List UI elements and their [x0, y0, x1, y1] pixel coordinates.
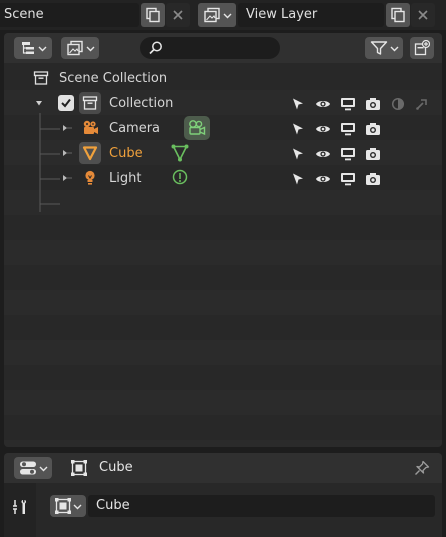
- duplicate-icon: [145, 7, 161, 23]
- chevron-down-icon: [223, 11, 232, 20]
- new-scene-button[interactable]: [141, 3, 165, 27]
- properties-tab-bar: [4, 483, 36, 537]
- properties-header: Cube: [4, 453, 442, 483]
- image-layers-icon: [203, 7, 221, 23]
- pin-icon[interactable]: [414, 460, 430, 476]
- close-icon: [171, 8, 185, 22]
- delete-view-layer-button[interactable]: [411, 3, 435, 27]
- view-layer-name-field[interactable]: View Layer: [238, 3, 384, 27]
- chevron-down-icon: [39, 464, 48, 473]
- delete-scene-button[interactable]: [166, 3, 190, 27]
- new-view-layer-button[interactable]: [386, 3, 410, 27]
- object-browse-dropdown[interactable]: [50, 495, 86, 517]
- close-icon: [416, 8, 430, 22]
- view-layer-name: View Layer: [246, 7, 318, 22]
- view-layer-browse-button[interactable]: [198, 3, 236, 27]
- chevron-down-icon: [73, 502, 82, 511]
- properties-editor-icon: [19, 460, 37, 476]
- duplicate-icon: [390, 7, 406, 23]
- editor-type-dropdown[interactable]: [14, 457, 52, 479]
- object-name-field[interactable]: Cube: [88, 495, 435, 517]
- object-icon: [54, 498, 71, 514]
- object-icon: [71, 460, 87, 476]
- tool-settings-icon[interactable]: [12, 498, 30, 516]
- scene-selector[interactable]: Scene: [0, 3, 139, 27]
- scene-name: Scene: [4, 7, 44, 22]
- outliner-panel: Scene Collection Collection Camera Cube …: [4, 33, 442, 447]
- properties-panel: Cube Cube: [4, 453, 442, 537]
- tree-lines: [39, 113, 60, 212]
- context-object-name: Cube: [99, 460, 133, 475]
- top-bar: Scene View Layer: [0, 0, 446, 30]
